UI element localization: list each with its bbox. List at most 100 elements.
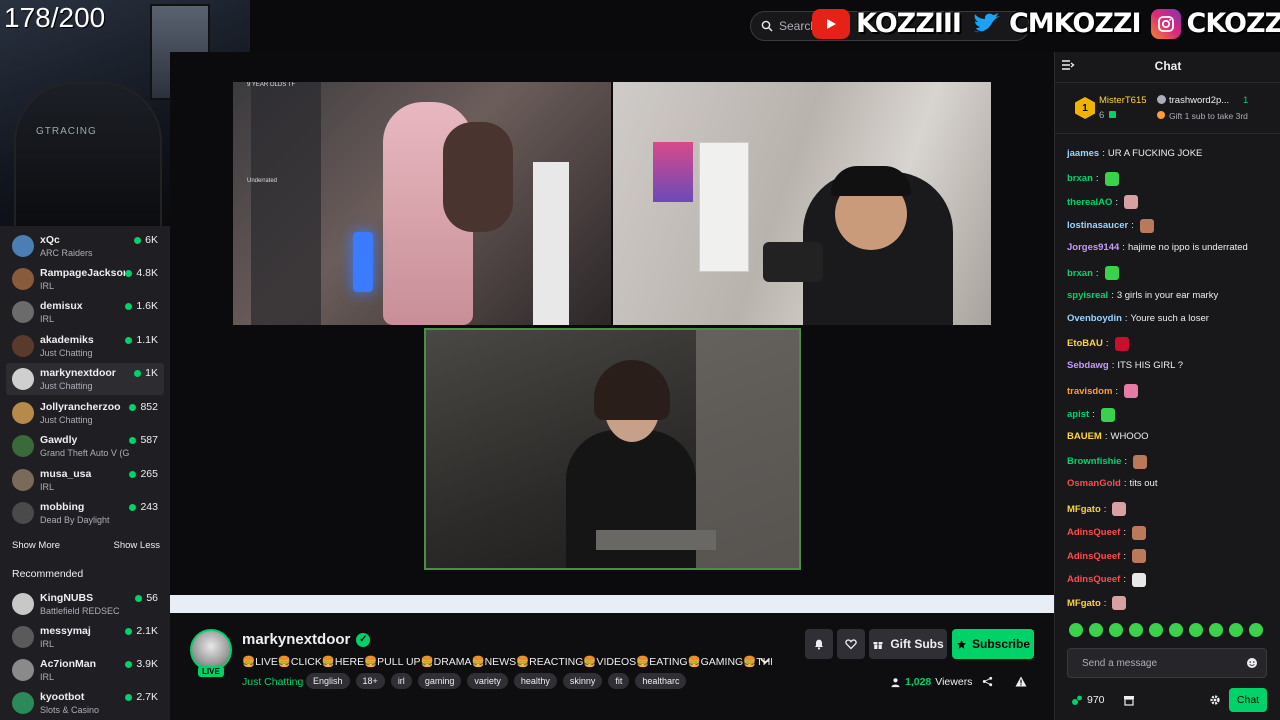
chat-emote — [1112, 502, 1127, 516]
chat-username[interactable]: Jorges9144 — [1067, 242, 1119, 253]
points-icon[interactable] — [1071, 694, 1083, 706]
sidebar-channel[interactable]: xQc ARC Raiders 6K — [6, 230, 164, 262]
recommended-channel[interactable]: KingNUBS Battlefield REDSEC 56 — [6, 588, 164, 620]
share-icon[interactable] — [982, 676, 993, 687]
chat-username[interactable]: BAUEM — [1067, 431, 1102, 442]
emote-icon[interactable] — [1149, 623, 1163, 637]
follow-button[interactable] — [837, 629, 865, 659]
chat-separator: : — [1123, 574, 1126, 586]
emote-bar — [1069, 623, 1263, 637]
tag[interactable]: English — [306, 673, 350, 689]
chat-username[interactable]: AdinsQueef — [1067, 574, 1120, 585]
sidebar-channel[interactable]: mobbing Dead By Daylight 243 — [6, 497, 164, 529]
sidebar-channel[interactable]: Jollyrancherzoo Just Chatting 852 — [6, 397, 164, 429]
chat-username[interactable]: EtoBAU — [1067, 338, 1103, 349]
streamer-name[interactable]: markynextdoor — [242, 631, 350, 648]
emote-icon[interactable] — [1129, 623, 1143, 637]
chat-emote — [1112, 596, 1127, 611]
chat-separator: : — [1111, 289, 1114, 301]
chat-username[interactable]: Ovenboydin — [1067, 313, 1122, 324]
streamer-avatar[interactable] — [190, 629, 232, 671]
chat-username[interactable]: therealAO — [1067, 197, 1112, 208]
channel-name: kyootbot — [40, 691, 85, 703]
recommended-channel[interactable]: messymaj IRL 2.1K — [6, 621, 164, 653]
tag[interactable]: 18+ — [355, 673, 385, 689]
tag[interactable]: irl — [390, 673, 412, 689]
sidebar-channel[interactable]: musa_usa IRL 265 — [6, 464, 164, 496]
goal-counter: 178/200 — [4, 2, 106, 33]
chat-username[interactable]: MFgato — [1067, 504, 1101, 515]
leader-user-2[interactable]: trashword2p... — [1169, 95, 1229, 106]
recommended-channel[interactable]: kyootbot Slots & Casino 2.7K — [6, 687, 164, 719]
emote-icon[interactable] — [1069, 623, 1083, 637]
video-player[interactable]: 9 YEAR OLDS TF Underrated — [170, 52, 1054, 613]
chat-message: AdinsQueef: — [1067, 549, 1146, 564]
chat-username[interactable]: travisdom — [1067, 386, 1112, 397]
video-tile-bottom — [424, 328, 801, 570]
sidebar-channel[interactable]: akademiks Just Chatting 1.1K — [6, 330, 164, 362]
video-tile-right — [613, 82, 991, 325]
chat-username[interactable]: brxan — [1067, 268, 1093, 279]
chat-username[interactable]: Sebdawg — [1067, 360, 1109, 371]
tag[interactable]: skinny — [562, 673, 603, 689]
chat-send-button[interactable]: Chat — [1229, 688, 1267, 712]
chat-username[interactable]: AdinsQueef — [1067, 551, 1120, 562]
chat-message: EtoBAU: — [1067, 336, 1129, 351]
chat-separator: : — [1131, 220, 1134, 232]
emote-icon[interactable] — [1089, 623, 1103, 637]
chat-separator: : — [1095, 267, 1099, 279]
sidebar-channel[interactable]: Gawdly Grand Theft Auto V (G... 587 — [6, 430, 164, 462]
tag[interactable]: healtharc — [635, 673, 687, 689]
chat-username[interactable]: spyisreal — [1067, 290, 1108, 301]
emote-icon[interactable] — [1189, 623, 1203, 637]
show-more-link[interactable]: Show More — [12, 540, 60, 551]
sidebar-channel[interactable]: RampageJackson IRL 4.8K — [6, 263, 164, 295]
leader-user[interactable]: MisterT615 — [1099, 95, 1147, 106]
channel-name: markynextdoor — [40, 367, 116, 379]
tag[interactable]: healthy — [513, 673, 557, 689]
emote-icon[interactable] — [1169, 623, 1183, 637]
emote-icon[interactable] — [1109, 623, 1123, 637]
channel-name: Ac7ionMan — [40, 658, 97, 670]
chat-username[interactable]: AdinsQueef — [1067, 527, 1120, 538]
tag[interactable]: fit — [608, 673, 630, 689]
viewer-count: 56 — [135, 592, 164, 604]
chat-username[interactable]: lostinasaucer — [1067, 220, 1128, 231]
subscribe-button[interactable]: Subscribe — [952, 629, 1034, 659]
person-icon — [890, 677, 901, 688]
chat-username[interactable]: Brownfishie — [1067, 456, 1121, 467]
category-link[interactable]: Just Chatting — [242, 676, 303, 688]
instagram-label: CKOZZI — [1186, 8, 1280, 39]
emote-picker-icon[interactable] — [1246, 657, 1258, 669]
report-icon[interactable] — [1015, 676, 1027, 687]
emote-icon[interactable] — [1229, 623, 1243, 637]
show-less-link[interactable]: Show Less — [114, 540, 160, 551]
chat-username[interactable]: OsmanGold — [1067, 478, 1121, 489]
chat-username[interactable]: brxan — [1067, 173, 1093, 184]
viewer-count: 852 — [129, 401, 164, 413]
viewer-count: 243 — [129, 501, 164, 513]
gift-leaderboard: 1 MisterT615 6 trashword2p... 1 Gift 1 s… — [1055, 82, 1280, 134]
gaming-chair — [14, 82, 162, 226]
sidebar-channel[interactable]: demisux IRL 1.6K — [6, 296, 164, 328]
emote-icon[interactable] — [1249, 623, 1263, 637]
chat-username[interactable]: apist — [1067, 409, 1089, 420]
chevron-down-icon[interactable] — [760, 657, 770, 665]
chat-username[interactable]: MFgato — [1067, 598, 1101, 609]
chat-emote — [1124, 195, 1139, 210]
chat-input[interactable]: Send a message — [1067, 648, 1267, 678]
notification-button[interactable] — [805, 629, 833, 659]
chat-separator: : — [1123, 478, 1127, 490]
recommended-channel[interactable]: Ac7ionMan IRL 3.9K — [6, 654, 164, 686]
tag[interactable]: variety — [467, 673, 508, 689]
gift-subs-button[interactable]: Gift Subs — [869, 629, 947, 659]
twitter-label: CMKOZZI — [1008, 8, 1142, 39]
tag[interactable]: gaming — [417, 673, 462, 689]
chat-message: OsmanGold: tits out — [1067, 478, 1157, 489]
chat-emote — [1114, 336, 1129, 351]
emote-icon[interactable] — [1209, 623, 1223, 637]
gear-icon[interactable] — [1209, 694, 1221, 706]
store-icon[interactable] — [1123, 694, 1135, 706]
chat-username[interactable]: jaames — [1067, 148, 1099, 159]
sidebar-channel-active[interactable]: markynextdoor Just Chatting 1K — [6, 363, 164, 395]
